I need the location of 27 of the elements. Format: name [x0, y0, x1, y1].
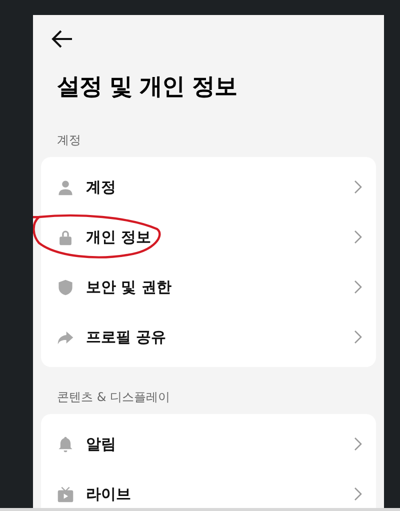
person-icon: [57, 178, 74, 196]
settings-item[interactable]: 보안 및 권한: [41, 262, 376, 312]
bell-icon: [57, 436, 74, 452]
item-label: 알림: [86, 434, 117, 454]
chevron-icon: [354, 330, 362, 344]
chevron-icon: [354, 437, 362, 451]
back-button[interactable]: [51, 29, 73, 49]
item-label: 보안 및 권한: [86, 278, 172, 296]
chevron-icon: [354, 180, 362, 194]
item-label: 라이브: [86, 484, 132, 504]
tv-icon: [57, 486, 74, 502]
chevron-icon: [354, 280, 362, 294]
settings-item[interactable]: 알림: [41, 419, 376, 469]
item-label: 계정: [86, 178, 117, 196]
page-title: 설정 및 개인 정보: [57, 73, 238, 102]
shield-icon: [57, 278, 74, 296]
chevron-icon: [354, 230, 362, 244]
item-label: 개인 정보: [86, 228, 152, 246]
settings-item[interactable]: 프로필 공유: [41, 312, 376, 362]
settings-item[interactable]: 개인 정보: [41, 212, 376, 262]
item-label: 프로필 공유: [86, 328, 168, 346]
section-label: 계정: [57, 132, 82, 149]
settings-item[interactable]: 라이브: [41, 469, 376, 508]
settings-item[interactable]: 계정: [41, 162, 376, 212]
lock-icon: [57, 228, 74, 246]
section-label: 콘텐츠 & 디스플레이: [57, 389, 171, 406]
chevron-icon: [354, 487, 362, 501]
